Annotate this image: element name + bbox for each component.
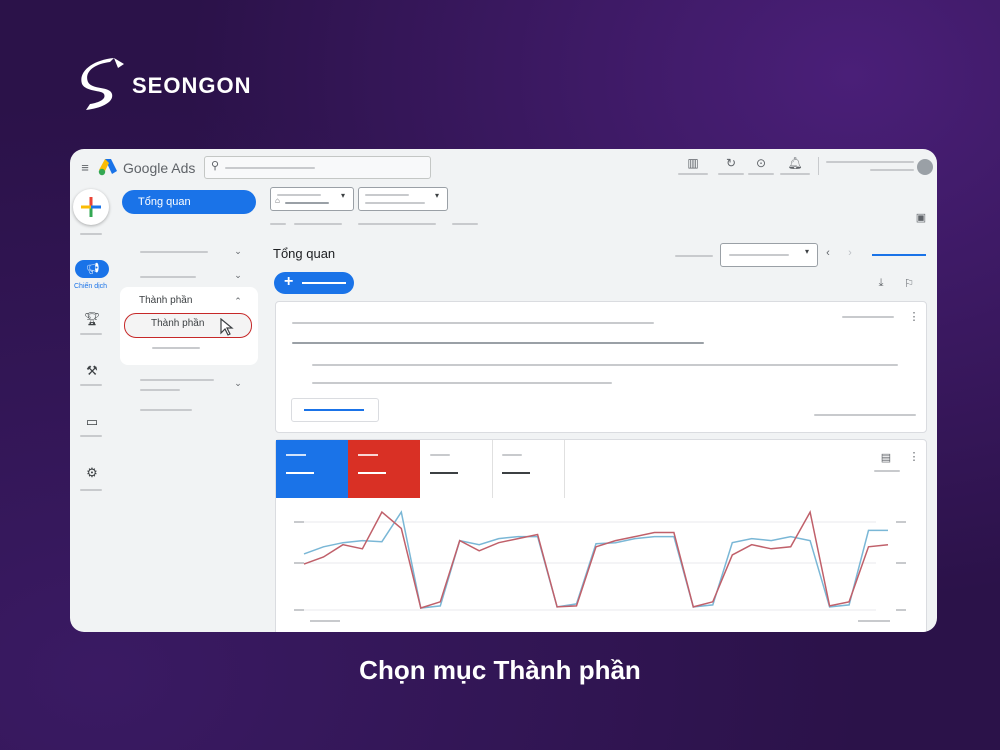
billing-icon[interactable]: ▭ [84,414,100,430]
chevron-down-icon[interactable]: ⌄ [232,269,244,281]
y2-tick-bottom [896,609,906,611]
refresh-icon[interactable]: ↻ [723,155,739,171]
performance-chart-card: ▤ ⋮ [275,439,927,632]
chevron-right-icon[interactable]: › [844,247,856,259]
notifications-icon[interactable]: 🔔︎ [787,155,803,171]
y2-tick-top [896,521,906,523]
account-select[interactable]: ⌂ ▾ [270,187,354,211]
tools-icon[interactable]: ⚒ [84,363,100,379]
seongon-logo-icon [81,58,124,110]
more-options-icon[interactable]: ⋮ [909,310,920,323]
y-tick-bottom [294,609,304,611]
dropdown-arrow-icon: ▾ [435,191,440,200]
chevron-down-icon[interactable]: ⌄ [232,377,244,389]
recommendation-card: ⋮ [275,301,927,433]
x-tick-end [858,620,890,622]
save-icon[interactable]: ▣ [914,210,928,224]
add-icon: + [284,273,294,290]
google-ads-logo-icon [98,159,117,176]
reports-icon[interactable]: ▥ [685,155,701,171]
avatar[interactable] [917,159,933,175]
add-button[interactable]: + [274,272,354,294]
date-range-select[interactable]: ▾ [720,243,818,267]
search-icon: ⚲ [211,160,220,172]
campaigns-nav-label: Chiến dịch [74,283,108,290]
caption: Chọn mục Thành phần [359,655,641,685]
brand-name: SEONGON [132,73,252,98]
card-action-button[interactable] [291,398,379,422]
app-window: ≡ Google Ads ⚲ ▥ ↻ ⊙ 🔔︎ 📢︎ Chiến dịch 🏆︎… [70,149,937,632]
trophy-icon[interactable]: 🏆︎ [84,311,101,327]
chart-series-blue [303,510,888,609]
dropdown-arrow-icon: ▾ [341,191,346,200]
settings-icon[interactable]: ⚙ [84,465,100,481]
campaigns-nav-button[interactable]: 📢︎ [75,260,109,278]
nav-panel: Tổng quan ⌄ ⌄ Thành phần ⌃ Thành phần ⌄ [120,187,260,632]
megaphone-icon: 📢︎ [86,263,100,275]
menu-icon[interactable]: ≡ [78,160,92,175]
performance-line-chart [294,509,906,622]
cursor-icon [220,318,234,336]
more-options-icon[interactable]: ⋮ [909,450,920,463]
brand-logo: SEONGON [80,58,251,114]
nav-item-assets-selected[interactable]: Thành phần [124,313,252,338]
metric-tile-red[interactable] [348,440,420,498]
download-icon[interactable]: ⤓ [874,276,888,290]
left-rail: 📢︎ Chiến dịch 🏆︎ ⚒ ▭ ⚙ [70,187,120,632]
y2-tick-mid [896,562,906,564]
page-title: Tổng quan [273,246,336,261]
app-title: Google Ads [123,160,196,176]
feedback-icon[interactable]: ⚐ [902,276,916,290]
top-bar: ≡ Google Ads ⚲ ▥ ↻ ⊙ 🔔︎ [70,149,937,187]
nav-item-overview[interactable]: Tổng quan [122,190,256,214]
chevron-down-icon[interactable]: ⌄ [232,245,244,257]
nav-section-title[interactable]: Thành phần [139,295,192,306]
help-icon[interactable]: ⊙ [753,155,769,171]
view-select[interactable]: ▾ [358,187,448,211]
chevron-left-icon[interactable]: ‹ [822,247,834,259]
y-tick-top [294,521,304,523]
search-input[interactable]: ⚲ [204,156,431,179]
nav-item-assets-label: Thành phần [151,318,205,329]
chevron-up-icon[interactable]: ⌃ [232,295,244,307]
dropdown-arrow-icon: ▾ [805,247,810,256]
chart-options-icon[interactable]: ▤ [879,450,893,464]
metric-tile-3[interactable] [420,440,493,498]
y-tick-mid [294,562,304,564]
create-button[interactable] [73,189,109,225]
metric-tile-blue[interactable] [276,440,348,498]
plus-icon [81,197,101,217]
main-content: ⌂ ▾ ▾ ▣ Tổng quan ▾ ‹ › + ⤓ ⚐ ⋮ ▤ ⋮ [270,187,937,632]
x-tick-start [310,620,340,622]
metric-tile-4[interactable] [492,440,565,498]
home-icon: ⌂ [275,196,280,205]
